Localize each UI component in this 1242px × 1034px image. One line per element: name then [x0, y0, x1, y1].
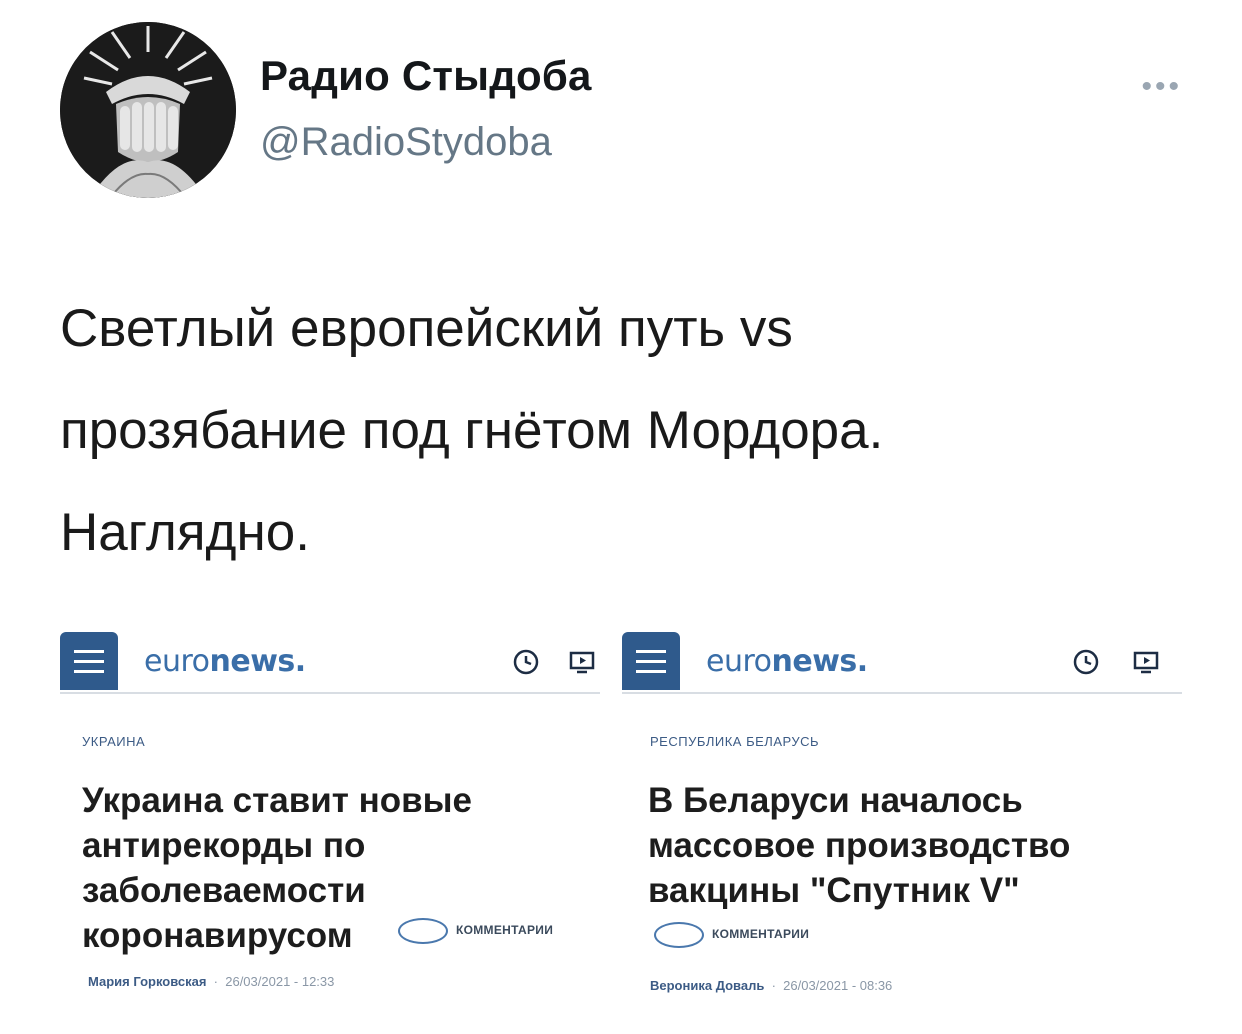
comment-bubble-icon — [654, 922, 704, 948]
headline-line: В Беларуси началось — [648, 781, 1023, 820]
publish-datetime: 26/03/2021 - 08:36 — [783, 978, 893, 993]
tweet-text-line: Наглядно. — [60, 503, 310, 562]
comments-link[interactable]: КОММЕНТАРИИ — [654, 922, 809, 948]
tv-icon[interactable] — [568, 648, 596, 676]
hamburger-menu-icon[interactable] — [60, 632, 118, 690]
headline-line: вакцины "Спутник V" — [648, 871, 1020, 910]
hamburger-menu-icon[interactable] — [622, 632, 680, 690]
logo-suffix: news. — [209, 644, 307, 679]
logo-suffix: news. — [771, 644, 869, 679]
tweet-text: Светлый европейский путь vs прозябание п… — [60, 278, 1190, 584]
clock-icon[interactable] — [1072, 648, 1100, 676]
tv-icon[interactable] — [1132, 648, 1160, 676]
article-byline: Мария Горковская · 26/03/2021 - 12:33 — [88, 974, 335, 989]
euronews-logo[interactable]: euronews. — [144, 644, 306, 679]
euronews-logo[interactable]: euronews. — [706, 644, 868, 679]
avatar[interactable] — [60, 22, 236, 198]
euronews-topbar: euronews. — [622, 632, 1182, 694]
euronews-card-ukraine[interactable]: euronews. УКРАИНА Украина ставит новые а… — [60, 632, 600, 1012]
comments-label: КОММЕНТАРИИ — [712, 927, 810, 942]
section-label[interactable]: УКРАИНА — [82, 734, 145, 749]
headline-line: массовое производство — [648, 826, 1071, 865]
tweet-text-line: Светлый европейский путь vs — [60, 299, 793, 358]
user-handle[interactable]: @RadioStydoba — [260, 120, 552, 165]
headline-line: заболеваемости — [82, 871, 366, 910]
author-name[interactable]: Вероника Доваль — [650, 978, 764, 993]
publish-datetime: 26/03/2021 - 12:33 — [225, 974, 335, 989]
logo-prefix: euro — [706, 644, 772, 679]
euronews-topbar: euronews. — [60, 632, 600, 694]
tweet-text-line: прозябание под гнётом Мордора. — [60, 401, 884, 460]
statue-of-liberty-facepalm-image — [60, 22, 236, 198]
section-label[interactable]: РЕСПУБЛИКА БЕЛАРУСЬ — [650, 734, 819, 749]
article-headline[interactable]: В Беларуси началось массовое производств… — [648, 778, 1070, 913]
comments-label: КОММЕНТАРИИ — [456, 923, 554, 938]
clock-icon[interactable] — [512, 648, 540, 676]
headline-line: антирекорды по — [82, 826, 366, 865]
author-name[interactable]: Мария Горковская — [88, 974, 206, 989]
logo-prefix: euro — [144, 644, 210, 679]
display-name[interactable]: Радио Стыдоба — [260, 52, 592, 100]
tweet-header: Радио Стыдоба @RadioStydoba ••• — [60, 22, 1190, 202]
comments-link[interactable]: КОММЕНТАРИИ — [398, 918, 553, 944]
comment-bubble-icon — [398, 918, 448, 944]
article-byline: Вероника Доваль · 26/03/2021 - 08:36 — [650, 978, 893, 993]
euronews-card-belarus[interactable]: euronews. РЕСПУБЛИКА БЕЛАРУСЬ В Беларуси… — [622, 632, 1182, 1012]
headline-line: Украина ставит новые — [82, 781, 473, 820]
more-icon[interactable]: ••• — [1141, 70, 1182, 104]
